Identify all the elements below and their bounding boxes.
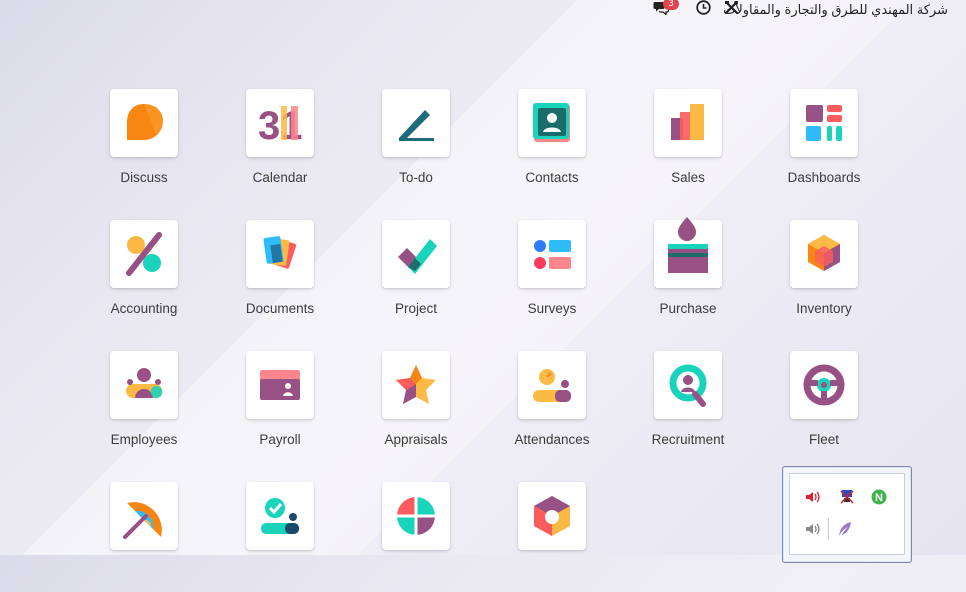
- volume-icon[interactable]: [804, 520, 822, 538]
- app-fleet[interactable]: Fleet: [764, 351, 884, 461]
- appraisals-icon: [393, 362, 439, 408]
- tray-separator: [828, 518, 829, 540]
- attendances-icon: [529, 362, 575, 408]
- app-tile: [654, 351, 722, 419]
- system-tray-popup: N: [782, 466, 912, 563]
- app-tile: [382, 482, 450, 550]
- app-tile: [110, 351, 178, 419]
- app-purchase[interactable]: Purchase: [628, 217, 748, 330]
- app-sales[interactable]: Sales: [628, 89, 748, 199]
- app-tile: [654, 217, 722, 288]
- hexagon-icon: [529, 493, 575, 539]
- app-label: Documents: [245, 301, 315, 316]
- app-tile: [518, 220, 586, 288]
- clock-icon: [695, 0, 711, 20]
- network-icon[interactable]: [838, 488, 856, 506]
- discuss-icon: [121, 100, 167, 146]
- activities-button[interactable]: [694, 0, 712, 20]
- app-label: Calendar: [252, 170, 308, 185]
- app-documents[interactable]: Documents: [220, 220, 340, 330]
- surveys-icon: [529, 231, 575, 277]
- app-knowledge[interactable]: [356, 482, 476, 592]
- app-surveys[interactable]: Surveys: [492, 220, 612, 330]
- app-accounting[interactable]: Accounting: [84, 220, 204, 330]
- app-label: Employees: [110, 432, 178, 447]
- app-tile: [382, 351, 450, 419]
- quadrant-icon: [393, 493, 439, 539]
- app-dashboards[interactable]: Dashboards: [764, 89, 884, 199]
- company-switcher[interactable]: شركة المهندي للطرق والتجارة والمقاولات: [723, 0, 948, 20]
- app-tile: [246, 220, 314, 288]
- app-contacts[interactable]: Contacts: [492, 89, 612, 199]
- app-tile: [790, 220, 858, 288]
- steering-wheel-icon: [801, 362, 847, 408]
- inventory-icon: [801, 231, 847, 277]
- recruitment-icon: [665, 362, 711, 408]
- app-label: Dashboards: [787, 170, 861, 185]
- app-label: Surveys: [527, 301, 577, 316]
- app-time-off[interactable]: [84, 482, 204, 592]
- sales-icon: [665, 100, 711, 146]
- app-inventory[interactable]: Inventory: [764, 220, 884, 330]
- app-label: Fleet: [808, 432, 839, 447]
- app-tile: [790, 89, 858, 157]
- speaker-icon[interactable]: [804, 488, 822, 506]
- umbrella-icon: [121, 493, 167, 539]
- app-attendances[interactable]: Attendances: [492, 351, 612, 461]
- app-payroll[interactable]: Payroll: [220, 351, 340, 461]
- app-tile: [382, 89, 450, 157]
- app-hexagon[interactable]: [492, 482, 612, 592]
- app-tile: [518, 351, 586, 419]
- accounting-icon: [121, 231, 167, 277]
- unread-badge: 3: [663, 0, 679, 10]
- employees-icon: [121, 362, 167, 408]
- feather-icon[interactable]: [836, 520, 854, 538]
- calendar-icon: 31: [257, 100, 303, 146]
- app-discuss[interactable]: Discuss: [84, 89, 204, 199]
- app-label: Payroll: [259, 432, 301, 447]
- approvals-icon: [257, 493, 303, 539]
- app-tile: [110, 220, 178, 288]
- contacts-icon: [529, 100, 575, 146]
- payroll-icon: [257, 362, 303, 408]
- app-tile: [654, 89, 722, 157]
- app-tile: [518, 482, 586, 550]
- app-label: Attendances: [514, 432, 590, 447]
- n-app-icon[interactable]: N: [870, 488, 888, 506]
- todo-icon: [393, 100, 439, 146]
- purchase-icon: [665, 217, 711, 277]
- app-appraisals[interactable]: Appraisals: [356, 351, 476, 461]
- app-project[interactable]: Project: [356, 220, 476, 330]
- app-tile: [110, 89, 178, 157]
- documents-icon: [257, 231, 303, 277]
- svg-text:N: N: [875, 492, 883, 504]
- app-label: Appraisals: [384, 432, 448, 447]
- app-label: Accounting: [110, 301, 178, 316]
- app-calendar[interactable]: 31 Calendar: [220, 89, 340, 199]
- app-label: Project: [394, 301, 438, 316]
- app-tile: [246, 482, 314, 550]
- app-tile: [110, 482, 178, 550]
- app-tile: [382, 220, 450, 288]
- app-label: Inventory: [796, 301, 852, 316]
- app-label: Purchase: [659, 301, 717, 316]
- app-label: To-do: [399, 170, 433, 185]
- app-approvals[interactable]: [220, 482, 340, 592]
- project-icon: [393, 231, 439, 277]
- app-label: Contacts: [525, 170, 579, 185]
- app-tile: [790, 351, 858, 419]
- app-tile: [518, 89, 586, 157]
- app-label: Recruitment: [651, 432, 725, 447]
- app-tile: 31: [246, 89, 314, 157]
- app-employees[interactable]: Employees: [84, 351, 204, 461]
- messages-button[interactable]: 3: [648, 0, 679, 20]
- dashboards-icon: [801, 100, 847, 146]
- app-recruitment[interactable]: Recruitment: [628, 351, 748, 461]
- app-tile: [246, 351, 314, 419]
- tray-icons-area: N: [789, 473, 905, 555]
- app-todo[interactable]: To-do: [356, 89, 476, 199]
- app-label: Sales: [671, 170, 705, 185]
- app-label: Discuss: [120, 170, 168, 185]
